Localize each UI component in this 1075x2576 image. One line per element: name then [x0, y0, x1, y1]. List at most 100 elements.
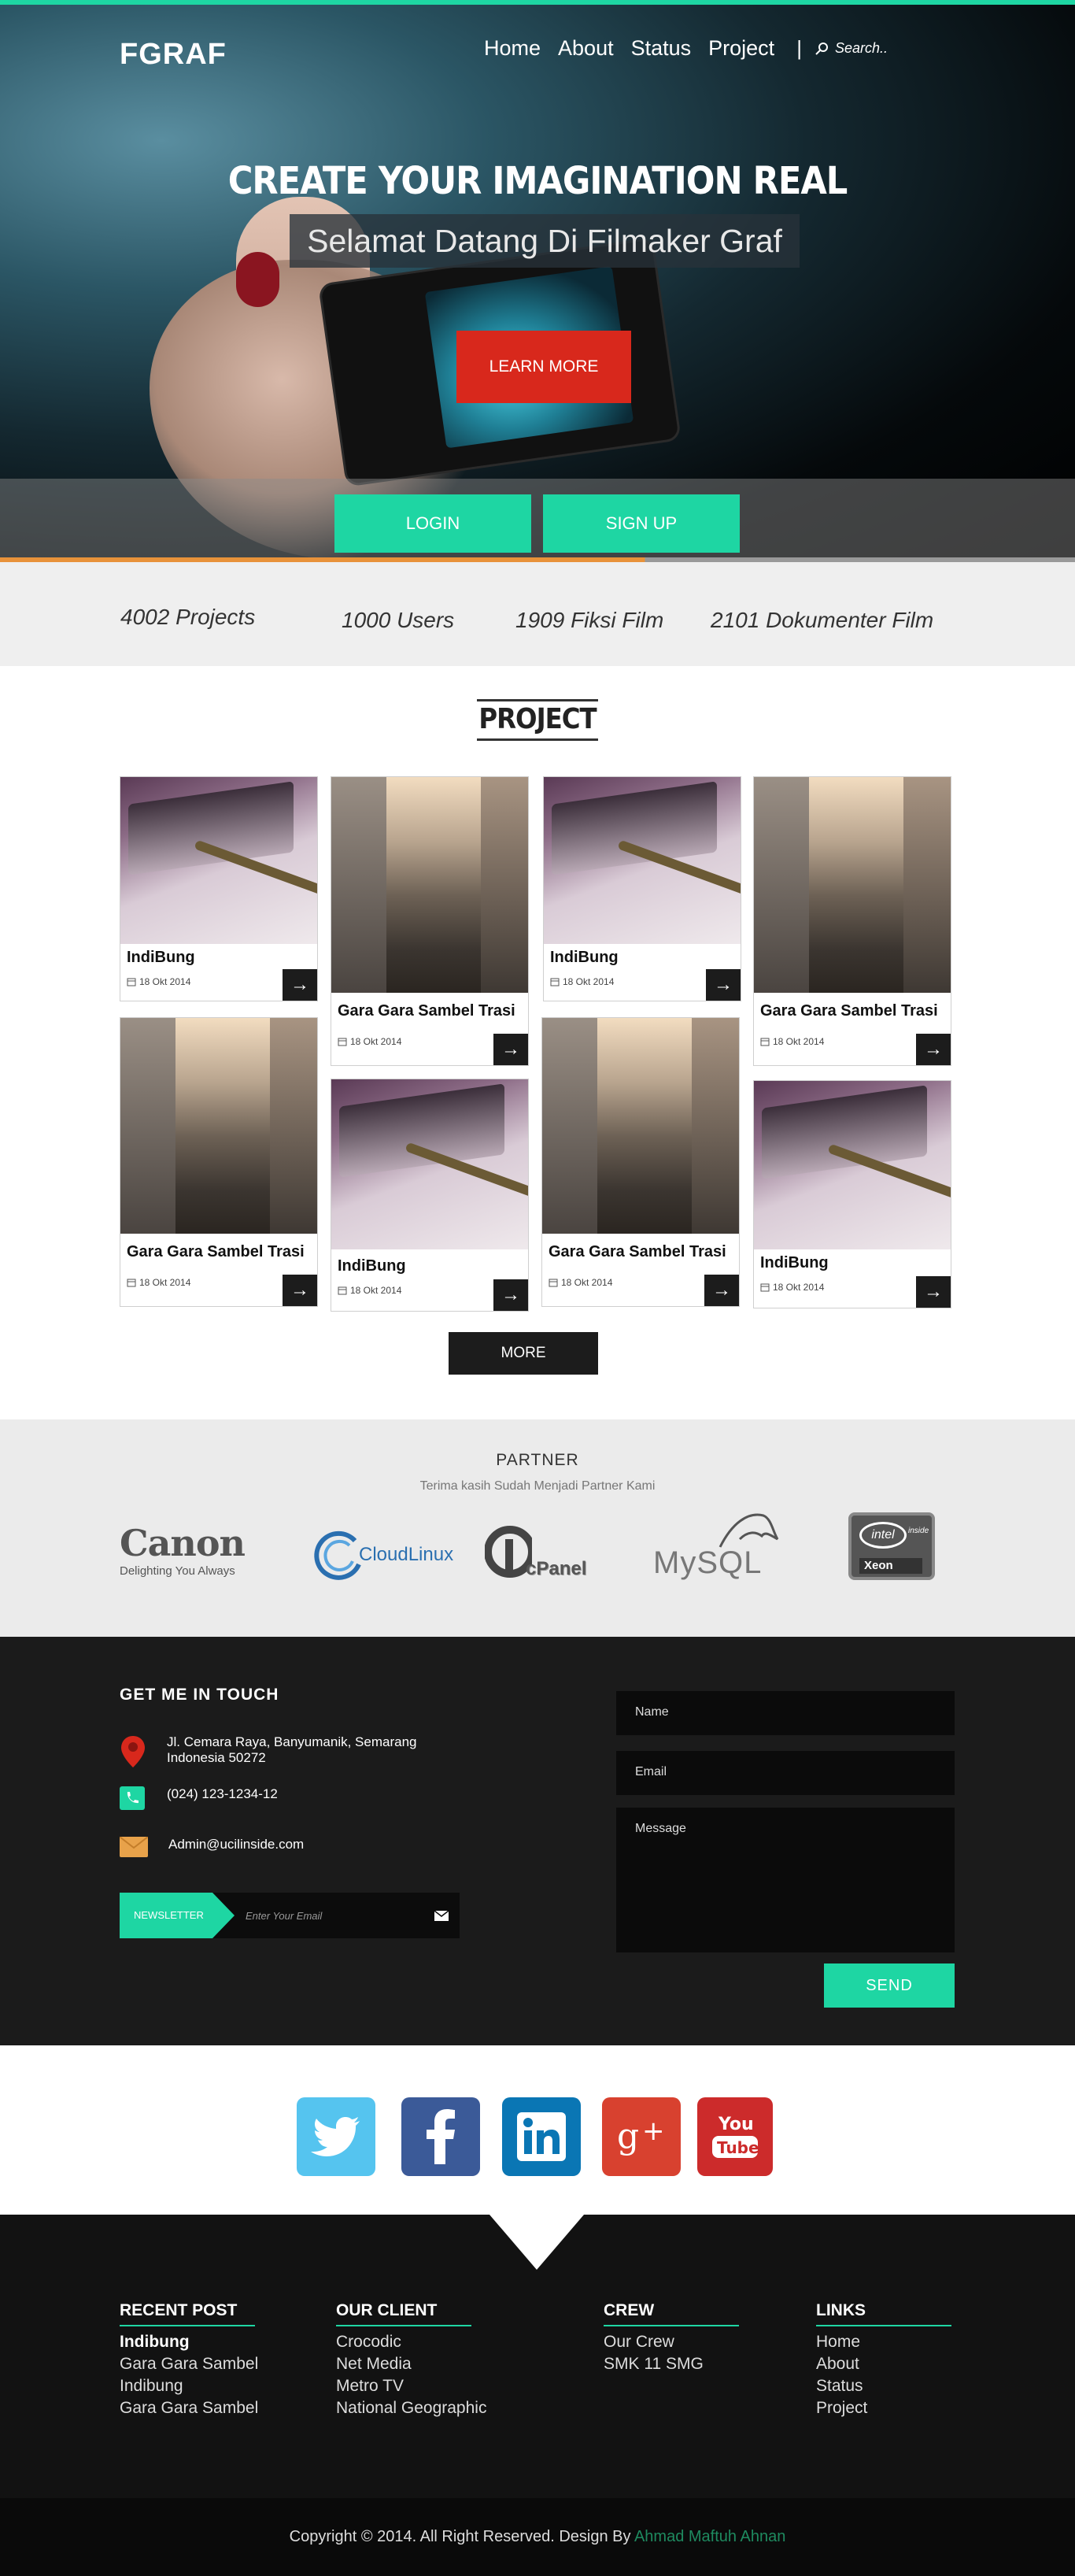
footer-link[interactable]: Indibung — [120, 2331, 258, 2353]
learn-more-button[interactable]: LEARN MORE — [456, 331, 631, 403]
footer-link[interactable]: SMK 11 SMG — [604, 2353, 739, 2375]
arrow-right-icon[interactable]: → — [706, 969, 741, 1001]
contact-address: Jl. Cemara Raya, Banyumanik, Semarang Ind… — [120, 1734, 416, 1769]
project-image[interactable] — [544, 777, 741, 944]
footer-col-title: RECENT POST — [120, 2301, 255, 2326]
footer-link[interactable]: Project — [816, 2397, 951, 2419]
nav-status[interactable]: Status — [631, 36, 692, 61]
contact-phone: (024) 123-1234-12 — [120, 1786, 278, 1810]
name-field[interactable]: Name — [616, 1691, 955, 1735]
footer-link[interactable]: Net Media — [336, 2353, 486, 2375]
calendar-icon — [760, 1038, 770, 1046]
project-card[interactable]: IndiBung 18 Okt 2014 → — [120, 776, 318, 1001]
site-logo[interactable]: FGRAF — [120, 38, 227, 72]
hero-auth-band — [0, 479, 1075, 562]
partner-logo-cpanel[interactable]: cPanel — [484, 1523, 603, 1586]
youtube-icon[interactable]: You Tube — [697, 2097, 773, 2176]
project-image[interactable] — [754, 777, 951, 993]
footer-link[interactable]: Gara Gara Sambel — [120, 2397, 258, 2419]
calendar-icon — [549, 1279, 558, 1287]
footer-link[interactable]: Crocodic — [336, 2331, 486, 2353]
footer-link[interactable]: Indibung — [120, 2375, 258, 2397]
partner-logo-mysql[interactable]: MySQL — [653, 1508, 795, 1586]
project-card[interactable]: IndiBung 18 Okt 2014 → — [543, 776, 741, 1001]
project-title[interactable]: IndiBung — [550, 949, 736, 967]
address-line-1: Jl. Cemara Raya, Banyumanik, Semarang — [167, 1734, 417, 1749]
stat-users: 1000 Users — [342, 608, 455, 632]
partner-logo-cloudlinux[interactable]: CloudLinux — [312, 1523, 453, 1586]
arrow-right-icon[interactable]: → — [916, 1276, 951, 1308]
nav-project[interactable]: Project — [708, 36, 774, 61]
hero-subtitle: Selamat Datang Di Filmaker Graf — [290, 214, 800, 268]
project-card[interactable]: Gara Gara Sambel Trasi 18 Okt 2014 → — [331, 776, 529, 1066]
partner-logo-canon[interactable]: Canon Delighting You Always — [120, 1525, 261, 1578]
login-button[interactable]: LOGIN — [334, 494, 531, 553]
nav-about[interactable]: About — [558, 36, 614, 61]
arrow-right-icon[interactable]: → — [493, 1279, 528, 1311]
nav-home[interactable]: Home — [484, 36, 541, 61]
project-title[interactable]: IndiBung — [760, 1254, 946, 1272]
project-image[interactable] — [120, 1018, 317, 1234]
top-accent-bar — [0, 0, 1075, 5]
partner-logo-intel[interactable]: intel inside Xeon — [848, 1512, 935, 1580]
calendar-icon — [550, 978, 560, 986]
project-title[interactable]: Gara Gara Sambel Trasi — [127, 1243, 312, 1261]
project-title[interactable]: IndiBung — [338, 1257, 523, 1275]
project-image[interactable] — [331, 777, 528, 993]
project-card[interactable]: IndiBung 18 Okt 2014 → — [331, 1079, 529, 1312]
partners-title: PARTNER — [496, 1451, 579, 1469]
search-icon — [815, 42, 828, 55]
project-card[interactable]: Gara Gara Sambel Trasi 18 Okt 2014 → — [753, 776, 951, 1066]
google-plus-icon[interactable]: g + — [602, 2097, 681, 2176]
more-button[interactable]: MORE — [449, 1332, 598, 1375]
project-card[interactable]: Gara Gara Sambel Trasi 18 Okt 2014 → — [541, 1017, 740, 1307]
svg-text:+: + — [642, 2115, 665, 2147]
cloudlinux-wordmark: CloudLinux — [359, 1544, 454, 1565]
project-title[interactable]: Gara Gara Sambel Trasi — [338, 1002, 523, 1020]
arrow-right-icon[interactable]: → — [493, 1034, 528, 1065]
newsletter-email-input[interactable]: Enter Your Email — [246, 1910, 434, 1922]
stat-dokumenter: 2101 Dokumenter Film — [711, 608, 934, 632]
twitter-icon[interactable] — [297, 2097, 375, 2176]
facebook-icon[interactable] — [401, 2097, 480, 2176]
canon-tagline: Delighting You Always — [120, 1564, 235, 1578]
message-field[interactable]: Message — [616, 1808, 955, 1952]
footer-link[interactable]: Metro TV — [336, 2375, 486, 2397]
email-field[interactable]: Email — [616, 1751, 955, 1795]
arrow-right-icon[interactable]: → — [283, 1275, 317, 1306]
arrow-right-icon[interactable]: → — [916, 1034, 951, 1065]
arrow-right-icon[interactable]: → — [283, 969, 317, 1001]
envelope-send-icon[interactable] — [434, 1910, 449, 1921]
footer-link[interactable]: Gara Gara Sambel — [120, 2353, 258, 2375]
project-image[interactable] — [120, 777, 317, 944]
signup-button[interactable]: SIGN UP — [543, 494, 740, 553]
footer-links: LINKS Home About Status Project — [816, 2301, 951, 2419]
project-image[interactable] — [542, 1018, 739, 1234]
project-title[interactable]: Gara Gara Sambel Trasi — [760, 1002, 946, 1020]
email-address: Admin@ucilinside.com — [168, 1837, 305, 1852]
project-card[interactable]: IndiBung 18 Okt 2014 → — [753, 1080, 951, 1308]
footer-link[interactable]: Home — [816, 2331, 951, 2353]
newsletter-form: NEWSLETTER Enter Your Email — [120, 1893, 460, 1938]
calendar-icon — [338, 1038, 347, 1046]
author-link[interactable]: Ahmad Maftuh Ahnan — [634, 2528, 785, 2545]
svg-text:You: You — [718, 2115, 754, 2134]
stat-fiksi: 1909 Fiksi Film — [515, 608, 664, 632]
send-button[interactable]: SEND — [824, 1963, 955, 2008]
project-title[interactable]: IndiBung — [127, 949, 312, 967]
footer-link[interactable]: Status — [816, 2375, 951, 2397]
footer-col-title: OUR CLIENT — [336, 2301, 471, 2326]
project-card[interactable]: Gara Gara Sambel Trasi 18 Okt 2014 → — [120, 1017, 318, 1307]
arrow-right-icon[interactable]: → — [704, 1275, 739, 1306]
project-title[interactable]: Gara Gara Sambel Trasi — [549, 1243, 734, 1261]
project-image[interactable] — [331, 1079, 528, 1249]
stats-bar: 4002 Projects 1000 Users 1909 Fiksi Film… — [0, 562, 1075, 666]
footer-link[interactable]: About — [816, 2353, 951, 2375]
svg-text:g: g — [617, 2116, 639, 2156]
footer-link[interactable]: Our Crew — [604, 2331, 739, 2353]
linkedin-icon[interactable] — [502, 2097, 581, 2176]
search-box[interactable]: Search.. — [815, 40, 888, 57]
footer-link[interactable]: National Geographic — [336, 2397, 486, 2419]
project-image[interactable] — [754, 1081, 951, 1249]
search-input[interactable]: Search.. — [835, 40, 888, 57]
